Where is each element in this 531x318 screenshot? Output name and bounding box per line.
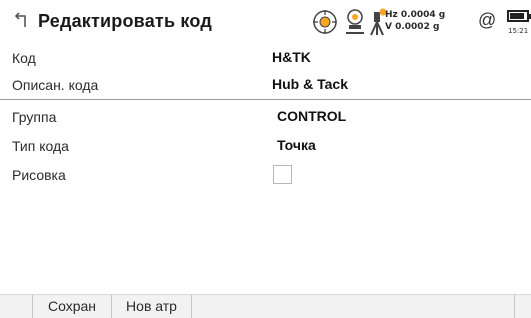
group-value[interactable]: CONTROL: [277, 108, 346, 124]
code-label: Код: [12, 50, 36, 66]
code-description-label: Описан. кода: [12, 77, 99, 93]
code-type-value[interactable]: Точка: [277, 137, 316, 153]
code-type-label: Тип кода: [12, 138, 69, 154]
new-attribute-button[interactable]: Нов атр: [112, 295, 192, 318]
code-description-value[interactable]: Hub & Tack: [272, 76, 348, 92]
code-value[interactable]: H&TK: [272, 49, 311, 65]
drawing-checkbox[interactable]: [273, 165, 292, 184]
target-icon[interactable]: [312, 9, 338, 35]
instrument-icon[interactable]: [343, 8, 367, 36]
save-button[interactable]: Сохран: [32, 295, 112, 318]
field-drawing: Рисовка: [0, 161, 531, 189]
drawing-label: Рисовка: [12, 167, 66, 183]
group-label: Группа: [12, 109, 57, 125]
field-code-description[interactable]: Описан. кода Hub & Tack: [0, 71, 531, 99]
v-readout: V 0.0002 g: [385, 22, 440, 32]
softkey-separator: [514, 295, 515, 318]
divider: [0, 99, 531, 100]
page-title: Редактировать код: [38, 11, 212, 31]
field-code-type[interactable]: Тип кода Точка: [0, 132, 531, 160]
hz-readout: Hz 0.0004 g: [385, 10, 446, 20]
softkey-bar: Сохран Нов атр: [0, 294, 531, 318]
clock: 15:21: [508, 27, 529, 35]
title-bar: Редактировать код Hz 0.0004 g V 0.0002 g…: [0, 0, 531, 44]
field-group[interactable]: Группа CONTROL: [0, 103, 531, 131]
angle-readout: Hz 0.0004 g V 0.0002 g: [385, 9, 445, 33]
at-icon[interactable]: @: [478, 10, 496, 31]
battery-icon: [507, 10, 529, 22]
battery-level: [510, 13, 524, 19]
back-arrow-icon[interactable]: [10, 10, 30, 32]
field-code[interactable]: Код H&TK: [0, 44, 531, 72]
